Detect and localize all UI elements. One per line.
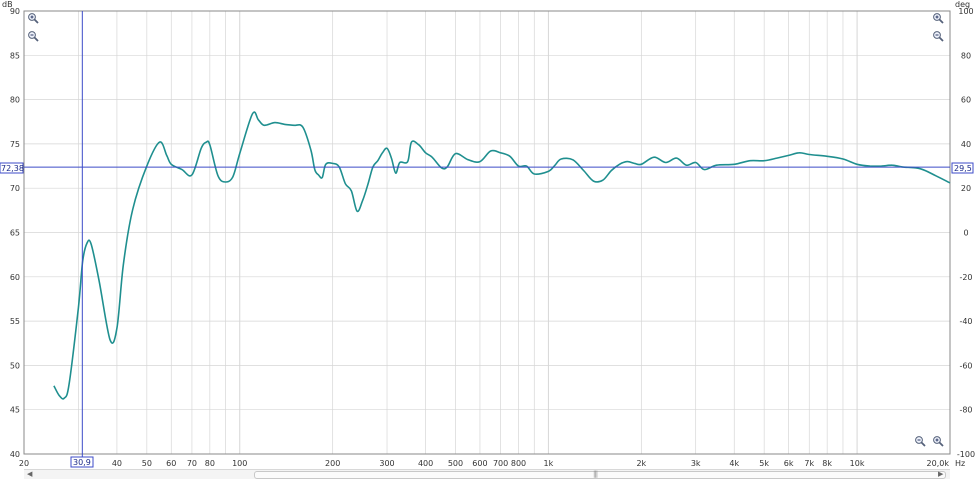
x-tick-label: 200 <box>325 459 340 468</box>
y-tick-label: 70 <box>10 184 20 193</box>
y-right-tick-label: -100 <box>957 450 975 459</box>
x-tick-label: 20,0k <box>927 459 950 468</box>
svg-text:29,5: 29,5 <box>954 164 972 173</box>
scroll-left-icon[interactable]: ◀ <box>27 470 32 478</box>
zoom-in-icon[interactable] <box>933 13 944 24</box>
x-tick-label: 8k <box>822 459 832 468</box>
x-tick-label: 600 <box>472 459 487 468</box>
scroll-right-icon[interactable]: ▶ <box>938 470 943 478</box>
x-tick-label: 80 <box>205 459 215 468</box>
left-axis-unit: dB <box>2 0 13 9</box>
grip-icon: ||| <box>593 470 598 478</box>
series-line <box>53 111 951 400</box>
x-tick-label: 100 <box>232 459 247 468</box>
x-tick-label: 60 <box>166 459 176 468</box>
x-tick-label: 7k <box>804 459 814 468</box>
y-tick-label: 80 <box>10 96 20 105</box>
grid <box>24 11 950 454</box>
y-tick-label: 40 <box>10 450 20 459</box>
x-tick-label: 500 <box>448 459 463 468</box>
zoom-in-icon[interactable] <box>933 436 944 447</box>
y-right-tick-label: -40 <box>959 317 972 326</box>
x-tick-label: 300 <box>379 459 394 468</box>
x-tick-label: 700 <box>493 459 508 468</box>
x-tick-label: 40 <box>112 459 122 468</box>
x-tick-label: 50 <box>142 459 152 468</box>
svg-text:72,38: 72,38 <box>1 164 24 173</box>
y-right-tick-label: 20 <box>961 184 971 193</box>
cursor-y-left-readout: 72,38 <box>0 162 24 174</box>
y-right-tick-label: 40 <box>961 140 971 149</box>
y-right-tick-label: 80 <box>961 51 971 60</box>
x-axis-unit: Hz <box>955 459 965 468</box>
cursor-x-readout: 30,9 <box>70 456 94 468</box>
x-tick-label: 10k <box>850 459 865 468</box>
y-tick-label: 50 <box>10 361 20 370</box>
zoom-out-icon[interactable] <box>28 31 39 42</box>
y-tick-label: 85 <box>10 51 20 60</box>
x-tick-label: 800 <box>511 459 526 468</box>
cursor-y-right-readout: 29,5 <box>951 162 974 174</box>
svg-text:30,9: 30,9 <box>73 458 91 467</box>
x-tick-label: 2k <box>636 459 646 468</box>
right-axis-unit: deg <box>955 0 970 9</box>
x-tick-label: 1k <box>544 459 554 468</box>
y-right-tick-label: 0 <box>963 229 968 238</box>
x-tick-label: 6k <box>784 459 794 468</box>
x-tick-label: 3k <box>691 459 701 468</box>
frequency-response-chart[interactable]: 4045505560657075808590-100-80-60-40-2002… <box>0 0 975 478</box>
y-tick-label: 55 <box>10 317 20 326</box>
zoom-out-icon[interactable] <box>933 31 944 42</box>
x-tick-label: 20 <box>19 459 29 468</box>
y-right-tick-label: -60 <box>959 361 972 370</box>
y-right-tick-label: 60 <box>961 96 971 105</box>
y-tick-label: 60 <box>10 273 20 282</box>
x-tick-label: 4k <box>729 459 739 468</box>
y-tick-label: 75 <box>10 140 20 149</box>
y-right-tick-label: -20 <box>959 273 972 282</box>
y-tick-label: 45 <box>10 406 20 415</box>
x-tick-label: 70 <box>187 459 197 468</box>
y-right-tick-label: -80 <box>959 406 972 415</box>
zoom-in-icon[interactable] <box>28 13 39 24</box>
y-tick-label: 65 <box>10 229 20 238</box>
x-tick-label: 400 <box>418 459 433 468</box>
zoom-out-icon[interactable] <box>915 436 926 447</box>
x-tick-label: 5k <box>759 459 769 468</box>
axis-ticks: 4045505560657075808590-100-80-60-40-2002… <box>10 7 975 468</box>
